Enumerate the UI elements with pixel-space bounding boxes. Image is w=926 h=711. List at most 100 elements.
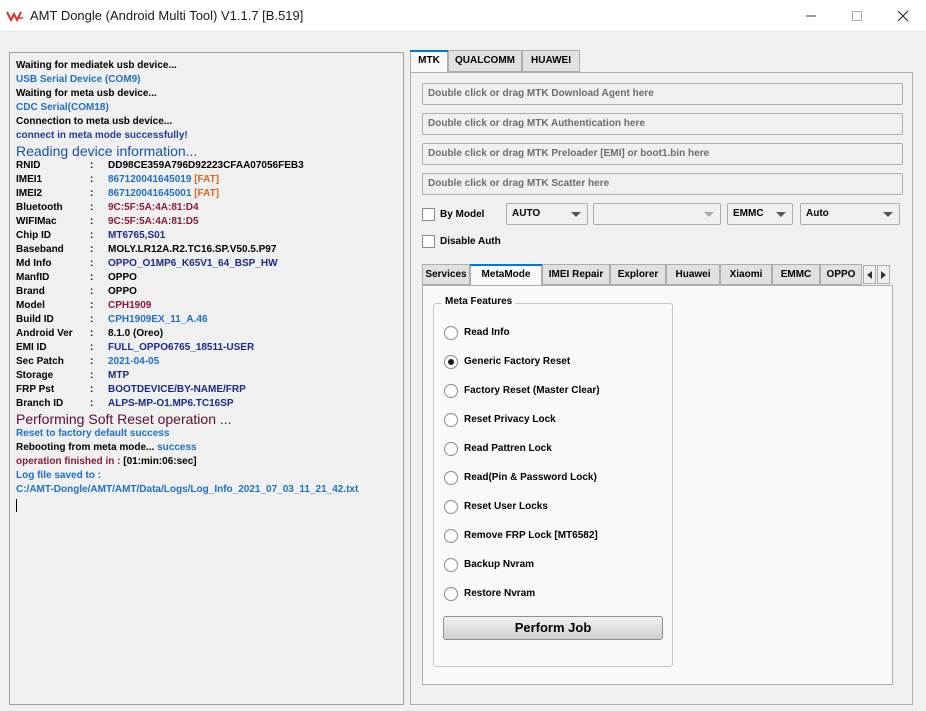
log-output-box[interactable]: Waiting for mediatek usb device... USB Se… [9, 52, 404, 705]
log-line: Waiting for mediatek usb device... [16, 59, 397, 73]
meta-option-radio[interactable] [444, 355, 458, 369]
meta-option-label[interactable]: Generic Factory Reset [464, 356, 570, 367]
storage-combo[interactable]: EMMC [727, 203, 793, 225]
meta-option-label[interactable]: Restore Nvram [464, 588, 535, 599]
tab-qualcomm[interactable]: QUALCOMM [448, 50, 522, 72]
device-info-separator: : [90, 174, 94, 185]
tab-mtk[interactable]: MTK [410, 50, 448, 73]
device-info-key: Android Ver [16, 328, 73, 339]
close-button[interactable] [880, 0, 926, 32]
chevron-down-icon [704, 212, 714, 217]
by-model-checkbox[interactable] [422, 208, 435, 221]
meta-option-label[interactable]: Factory Reset (Master Clear) [464, 385, 600, 396]
tab-xiaomi[interactable]: Xiaomi [720, 264, 772, 285]
meta-option-label[interactable]: Read Info [464, 327, 510, 338]
tab-scroll-right-button[interactable] [877, 265, 890, 284]
device-info-row: WIFIMac: 9C:5F:5A:4A:81:D5 [16, 215, 397, 229]
device-info-key: EMI ID [16, 342, 47, 353]
device-info-separator: : [90, 258, 94, 269]
meta-option-label[interactable]: Read(Pin & Password Lock) [464, 472, 597, 483]
tab-explorer[interactable]: Explorer [610, 264, 666, 285]
device-info-separator: : [90, 328, 94, 339]
mode-combo[interactable]: Auto [800, 203, 900, 225]
device-info-row: RNID: DD98CE359A796D92223CFAA07056FEB3 [16, 159, 397, 173]
device-info-value-wrap: 867120041645019 [FAT] [108, 173, 219, 187]
log-reset-line: Reset to factory default success [16, 427, 397, 441]
chevron-right-icon [881, 271, 886, 279]
reset-line-text: Reset to factory default success [16, 428, 170, 439]
meta-option-radio[interactable] [444, 587, 458, 601]
device-info-key: Brand [16, 286, 45, 297]
title-bar: AMT Dongle (Android Multi Tool) V1.1.7 [… [0, 0, 926, 32]
device-info-row: FRP Pst: BOOTDEVICE/BY-NAME/FRP [16, 383, 397, 397]
metamode-panel: Meta Features Read Info Generic Factory R… [422, 285, 893, 685]
log-line-text: CDC Serial(COM18) [16, 102, 109, 113]
device-info-separator: : [90, 384, 94, 395]
sub-tab-bar: Services MetaMode IMEI Repair Explorer H… [422, 264, 892, 286]
log-line: CDC Serial(COM18) [16, 101, 397, 115]
device-info-separator: : [90, 370, 94, 381]
meta-option-radio[interactable] [444, 500, 458, 514]
device-info-row: Sec Patch: 2021-04-05 [16, 355, 397, 369]
device-info-separator: : [90, 202, 94, 213]
perform-job-button[interactable]: Perform Job [443, 616, 663, 640]
preloader-field[interactable]: Double click or drag MTK Preloader [EMI]… [422, 143, 903, 165]
tab-oppo[interactable]: OPPO [820, 264, 862, 285]
meta-option-label[interactable]: Backup Nvram [464, 559, 534, 570]
meta-option-label[interactable]: Read Pattren Lock [464, 443, 552, 454]
log-line: connect in meta mode successfully! [16, 129, 397, 143]
device-info-value: MTP [108, 370, 130, 381]
app-logo-icon [6, 11, 23, 23]
meta-option-label[interactable]: Reset User Locks [464, 501, 548, 512]
authentication-field[interactable]: Double click or drag MTK Authentication … [422, 113, 903, 135]
chevron-left-icon [867, 271, 872, 279]
log-performing-header: Performing Soft Reset operation ... [16, 411, 397, 427]
device-info-row: Branch ID: ALPS-MP-O1.MP6.TC16SP [16, 397, 397, 411]
meta-option-radio[interactable] [444, 442, 458, 456]
tab-scroll-left-button[interactable] [863, 265, 876, 284]
model-combo-value: AUTO [512, 208, 541, 219]
meta-option-radio[interactable] [444, 413, 458, 427]
meta-option-radio[interactable] [444, 471, 458, 485]
performing-header-text: Performing Soft Reset operation ... [16, 411, 232, 427]
mtk-panel: Double click or drag MTK Download Agent … [410, 72, 913, 705]
tab-emmc[interactable]: EMMC [772, 264, 820, 285]
tab-huawei[interactable]: HUAWEI [522, 50, 580, 72]
tab-huawei-sub[interactable]: Huawei [666, 264, 720, 285]
maximize-button[interactable] [834, 0, 880, 32]
window-title: AMT Dongle (Android Multi Tool) V1.1.7 [… [30, 8, 304, 23]
disable-auth-checkbox[interactable] [422, 235, 435, 248]
meta-option-radio[interactable] [444, 529, 458, 543]
device-info-value: 2021-04-05 [108, 356, 160, 367]
download-agent-field[interactable]: Double click or drag MTK Download Agent … [422, 83, 903, 105]
meta-option-label[interactable]: Reset Privacy Lock [464, 414, 556, 425]
device-info-value: OPPO [108, 272, 137, 283]
device-info-value: 867120041645019 [108, 174, 192, 185]
device-info-key: Md Info [16, 258, 52, 269]
device-info-value: MOLY.LR12A.R2.TC16.SP.V50.5.P97 [108, 244, 277, 255]
meta-option-radio[interactable] [444, 558, 458, 572]
minimize-button[interactable] [788, 0, 834, 32]
log-line: USB Serial Device (COM9) [16, 73, 397, 87]
device-info-row: ManfID: OPPO [16, 271, 397, 285]
device-info-value: 9C:5F:5A:4A:81:D5 [108, 216, 199, 227]
meta-option-radio[interactable] [444, 326, 458, 340]
device-info-value: FULL_OPPO6765_18511-USER [108, 342, 255, 353]
meta-option-radio[interactable] [444, 384, 458, 398]
tab-imei-repair[interactable]: IMEI Repair [542, 264, 610, 285]
meta-option-label[interactable]: Remove FRP Lock [MT6582] [464, 530, 598, 541]
tab-metamode[interactable]: MetaMode [470, 264, 542, 286]
device-info-value: DD98CE359A796D92223CFAA07056FEB3 [108, 160, 304, 171]
reboot-prefix: Rebooting from meta mode... [16, 442, 155, 453]
model-combo[interactable]: AUTO [506, 203, 588, 225]
device-info-key: WIFIMac [16, 216, 57, 227]
device-info-value: OPPO_O1MP6_K65V1_64_BSP_HW [108, 258, 278, 269]
device-combo[interactable] [593, 203, 721, 225]
tab-services[interactable]: Services [422, 264, 470, 285]
device-info-separator: : [90, 286, 94, 297]
device-info-key: Build ID [16, 314, 54, 325]
device-info-value-wrap: 867120041645001 [FAT] [108, 187, 219, 201]
scatter-field[interactable]: Double click or drag MTK Scatter here [422, 173, 903, 195]
device-info-key: IMEI1 [16, 174, 43, 185]
device-info-value: CPH1909 [108, 300, 152, 311]
